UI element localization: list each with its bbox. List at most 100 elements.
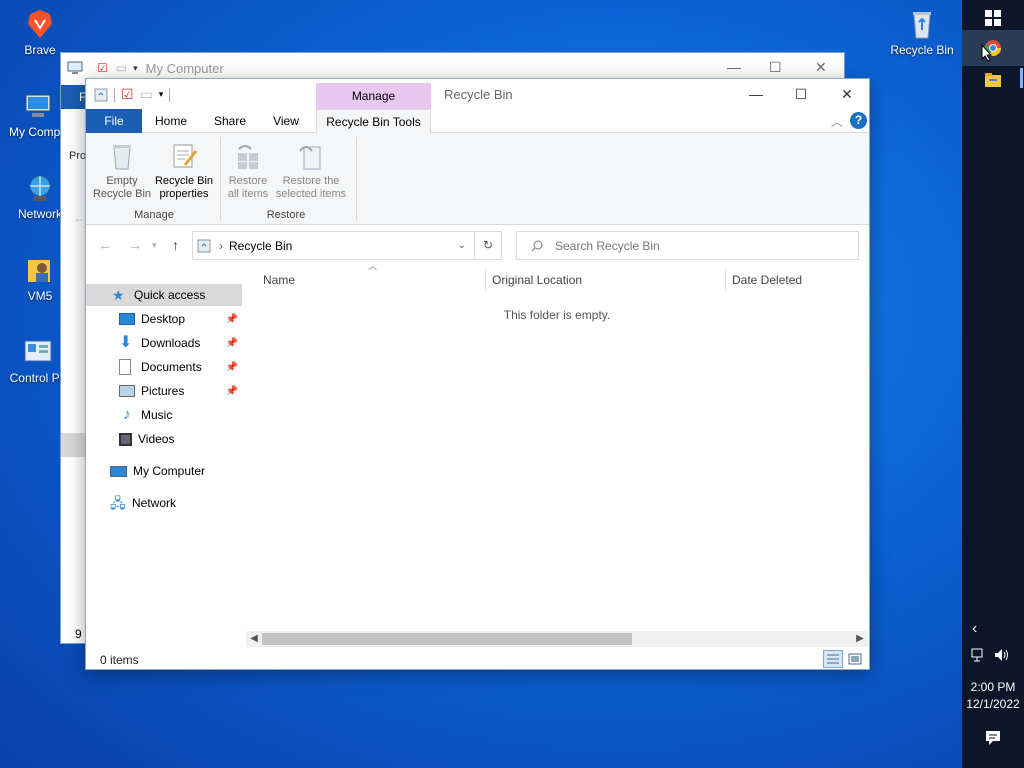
empty-folder-message: This folder is empty. <box>503 308 611 322</box>
maximize-button[interactable]: ☐ <box>779 83 823 105</box>
desktop-icon-brave[interactable]: Brave <box>2 8 78 57</box>
tab-file[interactable]: File <box>86 109 142 133</box>
recycle-bin-properties-button[interactable]: Recycle Bin properties <box>152 141 216 201</box>
qat-separator <box>114 87 115 102</box>
nav-label: Desktop <box>141 312 186 326</box>
address-dropdown-icon[interactable]: ⌄ <box>458 240 466 251</box>
windows-logo-icon <box>985 10 1001 26</box>
back-minimize-button[interactable]: — <box>727 59 741 75</box>
column-header-date-deleted[interactable]: Date Deleted <box>732 273 802 287</box>
clock-date[interactable]: 12/1/2022 <box>962 696 1024 712</box>
desktop-icon-label: Control Pa <box>9 371 67 385</box>
brave-icon <box>28 10 52 38</box>
network-icon <box>29 175 51 201</box>
empty-recycle-bin-label1: Empty <box>106 175 138 187</box>
ribbon-tabs: File Home Share View Recycle Bin Tools ︿… <box>86 109 869 134</box>
file-list[interactable]: ︿ Name Original Location Date Deleted Th… <box>246 261 868 631</box>
minimize-button[interactable]: — <box>734 83 778 105</box>
nav-documents[interactable]: Documents 📌 <box>86 356 242 378</box>
tab-recycle-bin-tools[interactable]: Recycle Bin Tools <box>316 109 431 134</box>
taskbar-file-explorer-button[interactable] <box>962 62 1024 98</box>
nav-my-computer[interactable]: My Computer <box>86 460 242 482</box>
show-hidden-icons-button[interactable]: ‹ <box>972 620 977 638</box>
recycle-bin-small-icon[interactable] <box>94 88 108 102</box>
pin-icon[interactable]: 📌 <box>226 362 238 373</box>
help-icon[interactable]: ? <box>850 112 867 129</box>
quick-access-toolbar: ☑ ▭ ▾ <box>94 86 171 103</box>
restore-selected-icon <box>299 146 321 170</box>
empty-recycle-bin-button[interactable]: Empty Recycle Bin <box>92 141 152 201</box>
search-icon <box>531 240 543 251</box>
documents-icon <box>119 359 131 375</box>
window-titlebar[interactable]: ☑ ▭ ▾ Manage Recycle Bin — ☐ ✕ <box>86 79 869 109</box>
horizontal-scrollbar[interactable]: ◀ ▶ <box>246 631 868 647</box>
folder-icon <box>985 73 1001 87</box>
search-input[interactable]: Search Recycle Bin <box>516 231 859 260</box>
recycle-bin-window[interactable]: ☑ ▭ ▾ Manage Recycle Bin — ☐ ✕ File Home… <box>85 78 870 670</box>
action-center-icon[interactable] <box>985 730 1001 746</box>
manage-contextual-tab[interactable]: Manage <box>316 83 431 109</box>
window-title: Recycle Bin <box>444 87 513 102</box>
properties-qat-icon[interactable]: ☑ <box>121 86 134 103</box>
nav-music[interactable]: ♪ Music <box>86 404 242 426</box>
item-count: 0 items <box>100 653 139 667</box>
star-icon: ★ <box>112 287 125 303</box>
restore-selected-label1: Restore the <box>282 175 340 187</box>
back-maximize-button[interactable]: ☐ <box>769 59 782 76</box>
qat-dropdown-icon[interactable]: ▾ <box>159 89 164 100</box>
taskbar: ‹ 2:00 PM 12/1/2022 <box>962 0 1024 768</box>
active-indicator <box>1020 68 1023 88</box>
scroll-right-arrow[interactable]: ▶ <box>852 631 868 647</box>
column-divider <box>725 267 726 293</box>
column-header-name[interactable]: Name <box>263 273 295 287</box>
desktop-icon-recycle-bin[interactable]: Recycle Bin <box>884 8 960 57</box>
pin-icon[interactable]: 📌 <box>226 338 238 349</box>
scroll-thumb[interactable] <box>262 633 632 645</box>
restore-all-items-button[interactable]: Restore all items <box>224 141 272 201</box>
nav-downloads[interactable]: ⬇ Downloads 📌 <box>86 332 242 354</box>
large-icons-view-icon <box>848 653 862 665</box>
up-button[interactable]: ↑ <box>172 237 179 253</box>
nav-desktop[interactable]: Desktop 📌 <box>86 308 242 330</box>
refresh-button[interactable]: ↻ <box>475 231 502 260</box>
clock-time[interactable]: 2:00 PM <box>962 679 1024 695</box>
recent-locations-button[interactable]: ▾ <box>152 240 157 251</box>
nav-videos[interactable]: Videos <box>86 428 242 450</box>
tab-home[interactable]: Home <box>146 109 196 133</box>
nav-label: Network <box>132 496 177 510</box>
taskbar-chrome-button[interactable] <box>962 30 1024 66</box>
nav-quick-access[interactable]: ★ Quick access <box>86 284 242 306</box>
scroll-left-arrow[interactable]: ◀ <box>246 631 262 647</box>
pin-icon[interactable]: 📌 <box>226 386 238 397</box>
back-button[interactable]: ← <box>98 237 112 253</box>
address-bar[interactable]: › Recycle Bin ⌄ <box>192 231 475 260</box>
volume-icon[interactable] <box>994 648 1010 662</box>
nav-pictures[interactable]: Pictures 📌 <box>86 380 242 402</box>
restore-selected-items-button[interactable]: Restore the selected items <box>274 141 348 201</box>
column-divider <box>485 267 486 293</box>
large-icons-view-button[interactable] <box>845 650 865 668</box>
close-button[interactable]: ✕ <box>825 83 869 105</box>
breadcrumb[interactable]: Recycle Bin <box>229 239 292 253</box>
column-header-original-location[interactable]: Original Location <box>492 273 582 287</box>
network-status-icon[interactable] <box>971 648 987 662</box>
tab-view[interactable]: View <box>262 109 310 133</box>
nav-network[interactable]: 🖧 Network <box>86 492 242 514</box>
empty-recycle-bin-label2: Recycle Bin <box>92 188 152 200</box>
desktop-icon-label: My Compu <box>8 125 67 139</box>
collapse-ribbon-icon[interactable]: ︿ <box>831 113 843 130</box>
tab-share[interactable]: Share <box>204 109 256 133</box>
nav-label: Videos <box>138 432 175 446</box>
status-bar: 0 items <box>86 649 869 671</box>
new-folder-qat-icon[interactable]: ▭ <box>140 86 153 103</box>
recycle-bin-properties-label2: properties <box>159 188 209 200</box>
back-file-tab[interactable]: F <box>61 85 87 109</box>
network-icon: 🖧 <box>110 495 126 511</box>
nav-label: My Computer <box>133 464 206 478</box>
back-close-button[interactable]: ✕ <box>815 59 827 76</box>
pin-icon[interactable]: 📌 <box>226 314 238 325</box>
nav-label: Pictures <box>141 384 185 398</box>
details-view-button[interactable] <box>823 650 843 668</box>
forward-button[interactable]: → <box>128 237 142 253</box>
desktop-folder-icon <box>119 313 135 325</box>
